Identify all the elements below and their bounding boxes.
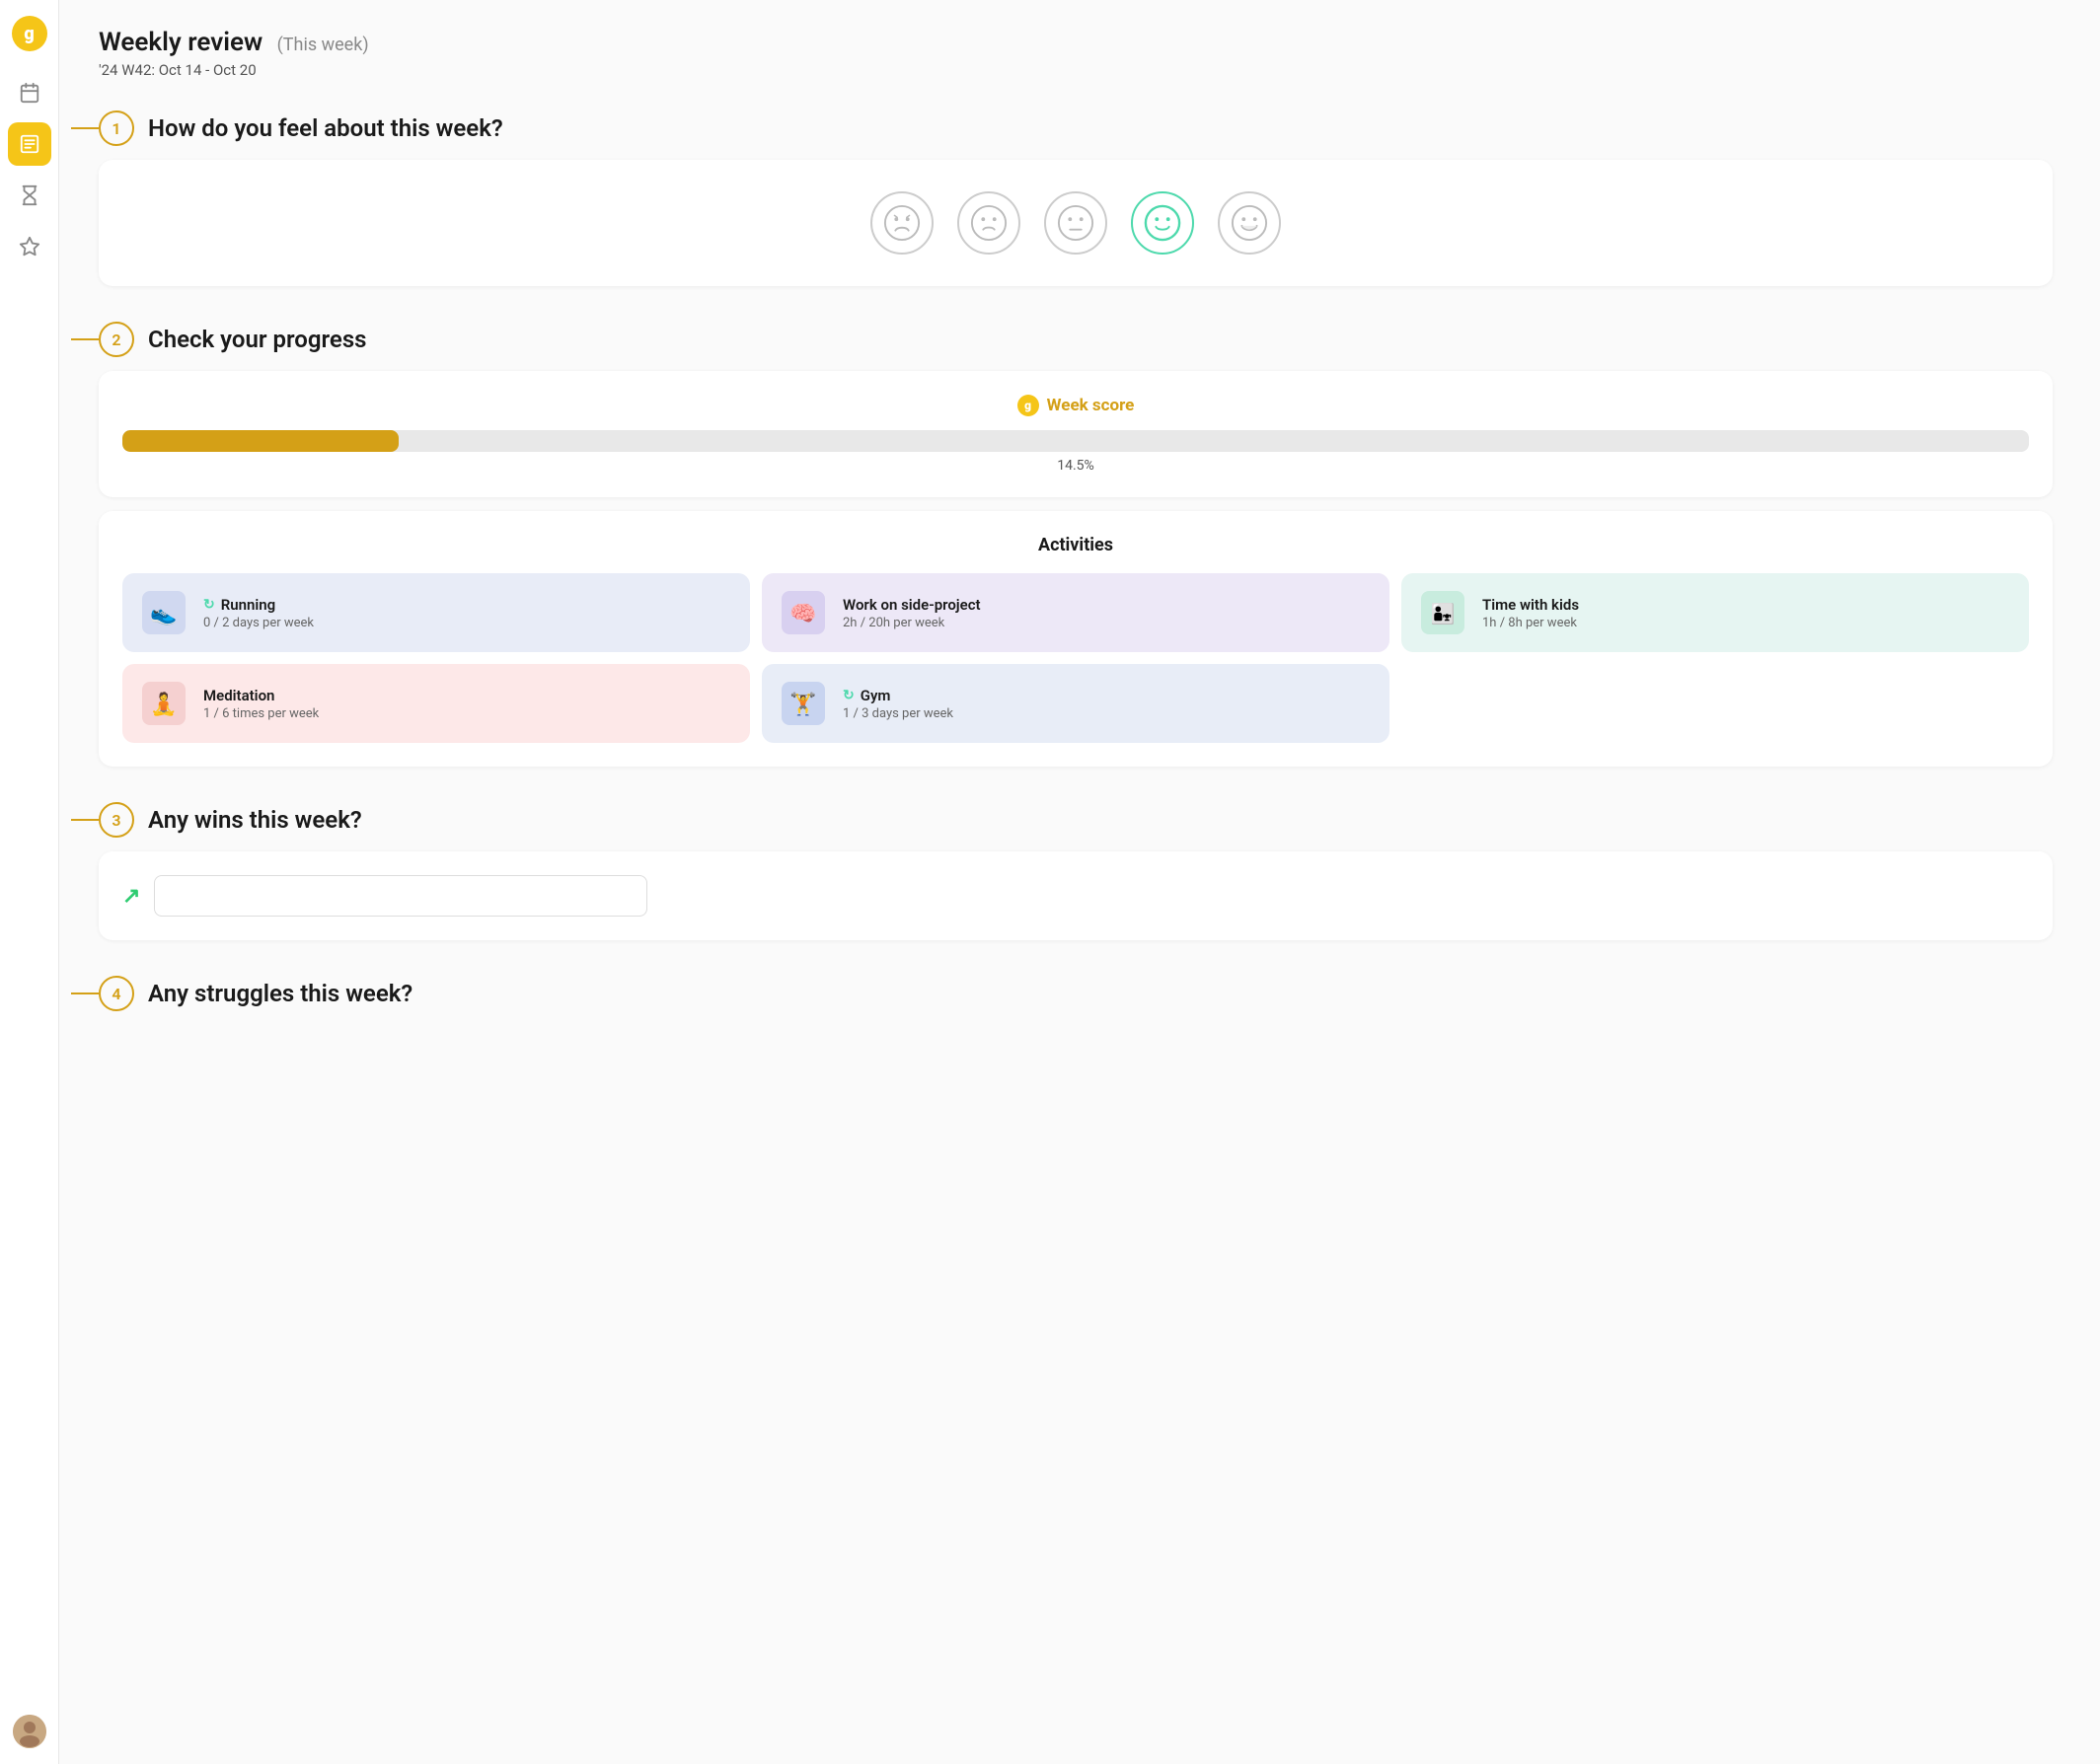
wins-card: ↗ (99, 851, 2053, 940)
section4-header: 4 Any struggles this week? (99, 976, 2053, 1011)
mood-card (99, 160, 2053, 286)
wins-row: ↗ (122, 875, 2029, 917)
meditation-info: Meditation 1 / 6 times per week (203, 687, 319, 721)
section1-number: 1 (99, 110, 134, 146)
running-progress: 0 / 2 days per week (203, 616, 314, 630)
svg-text:🧘: 🧘 (150, 692, 177, 717)
running-icon: 👟 (138, 587, 189, 638)
week-score-card: g Week score 14.5% (99, 371, 2053, 497)
section3-number: 3 (99, 802, 134, 838)
running-info: ↻ Running 0 / 2 days per week (203, 596, 314, 630)
side-project-icon: 🧠 (778, 587, 829, 638)
side-project-progress: 2h / 20h per week (843, 616, 981, 630)
meditation-name: Meditation (203, 687, 319, 704)
section3-header: 3 Any wins this week? (99, 802, 2053, 838)
time-with-kids-info: Time with kids 1h / 8h per week (1482, 596, 1579, 630)
wins-arrow-icon: ↗ (122, 884, 140, 909)
activity-gym[interactable]: 🏋️ ↻ Gym 1 / 3 days per week (762, 664, 1389, 743)
title-badge: (This week) (277, 35, 369, 55)
section-mood: 1 How do you feel about this week? (99, 110, 2053, 286)
section-struggles: 4 Any struggles this week? (99, 976, 2053, 1025)
meditation-progress: 1 / 6 times per week (203, 706, 319, 721)
section4-title: Any struggles this week? (148, 980, 412, 1007)
activity-running[interactable]: 👟 ↻ Running 0 / 2 days per week (122, 573, 750, 652)
gym-icon: 🏋️ (778, 678, 829, 729)
section3-title: Any wins this week? (148, 806, 362, 834)
section-progress: 2 Check your progress g Week score 14.5%… (99, 322, 2053, 767)
section2-title: Check your progress (148, 326, 367, 353)
page-subtitle: '24 W42: Oct 14 - Oct 20 (99, 61, 2053, 79)
main-content: Weekly review (This week) '24 W42: Oct 1… (59, 0, 2100, 1764)
mood-sad[interactable] (957, 191, 1020, 255)
svg-text:👟: 👟 (150, 602, 177, 626)
time-with-kids-name: Time with kids (1482, 596, 1579, 614)
progress-label: 14.5% (122, 458, 2029, 474)
user-avatar[interactable] (13, 1715, 46, 1748)
running-name: ↻ Running (203, 596, 314, 614)
title-text: Weekly review (99, 28, 262, 57)
svg-text:👨‍👧: 👨‍👧 (1431, 602, 1456, 625)
section2-header: 2 Check your progress (99, 322, 2053, 357)
svg-text:🧠: 🧠 (789, 602, 816, 626)
activity-meditation[interactable]: 🧘 Meditation 1 / 6 times per week (122, 664, 750, 743)
sidebar-item-review[interactable] (8, 122, 51, 166)
activity-time-with-kids[interactable]: 👨‍👧 Time with kids 1h / 8h per week (1401, 573, 2029, 652)
side-project-info: Work on side-project 2h / 20h per week (843, 596, 981, 630)
section1-title: How do you feel about this week? (148, 114, 503, 142)
section2-number: 2 (99, 322, 134, 357)
page-title: Weekly review (This week) (99, 28, 2053, 57)
week-score-title: g Week score (122, 395, 2029, 416)
sidebar-item-hourglass[interactable] (8, 174, 51, 217)
mood-happy[interactable] (1131, 191, 1194, 255)
sidebar-item-star[interactable] (8, 225, 51, 268)
mood-neutral[interactable] (1044, 191, 1107, 255)
wins-input[interactable] (154, 875, 647, 917)
svg-text:🏋️: 🏋️ (789, 692, 816, 717)
activities-card: Activities 👟 ↻ Running (99, 511, 2053, 767)
activities-title: Activities (122, 535, 2029, 555)
page-header: Weekly review (This week) '24 W42: Oct 1… (99, 28, 2053, 79)
time-with-kids-icon: 👨‍👧 (1417, 587, 1468, 638)
section4-number: 4 (99, 976, 134, 1011)
section1-header: 1 How do you feel about this week? (99, 110, 2053, 146)
week-score-label: Week score (1047, 396, 1135, 415)
sidebar: g (0, 0, 59, 1764)
week-score-logo: g (1017, 395, 1039, 416)
gym-info: ↻ Gym 1 / 3 days per week (843, 687, 953, 721)
sidebar-item-calendar[interactable] (8, 71, 51, 114)
app-logo[interactable]: g (12, 16, 47, 51)
activity-side-project[interactable]: 🧠 Work on side-project 2h / 20h per week (762, 573, 1389, 652)
progress-bar-fill (122, 430, 399, 452)
mood-very-sad[interactable] (870, 191, 934, 255)
side-project-name: Work on side-project (843, 596, 981, 614)
gym-progress: 1 / 3 days per week (843, 706, 953, 721)
mood-very-happy[interactable] (1218, 191, 1281, 255)
meditation-icon: 🧘 (138, 678, 189, 729)
mood-row (122, 184, 2029, 262)
time-with-kids-progress: 1h / 8h per week (1482, 616, 1579, 630)
progress-bar-container (122, 430, 2029, 452)
gym-name: ↻ Gym (843, 687, 953, 704)
section-wins: 3 Any wins this week? ↗ (99, 802, 2053, 940)
activities-grid: 👟 ↻ Running 0 / 2 days per week (122, 573, 2029, 743)
